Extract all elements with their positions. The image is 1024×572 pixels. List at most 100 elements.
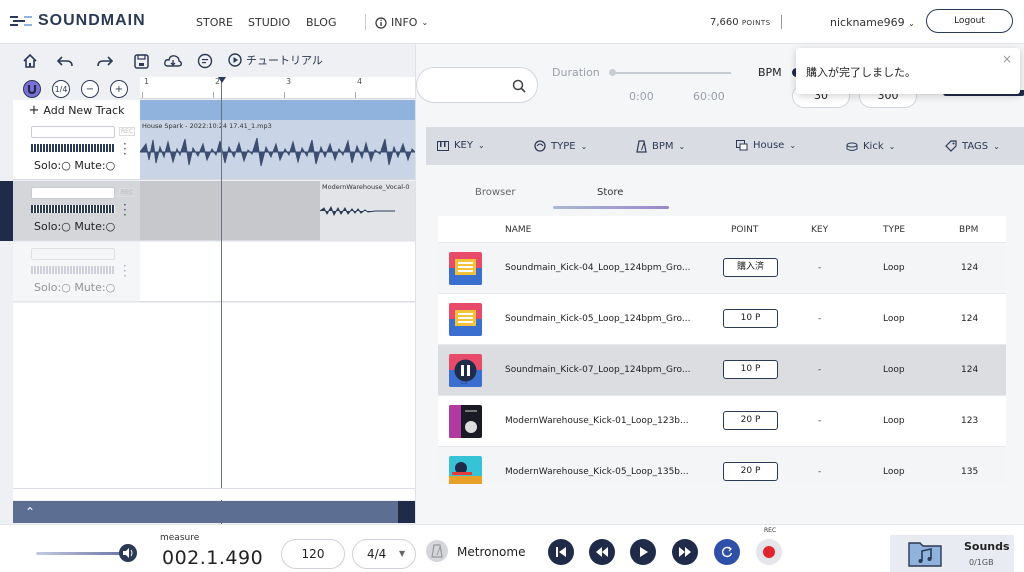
tab-store[interactable]: Store bbox=[597, 187, 623, 198]
table-row[interactable]: Soundmain_Kick-04_Loop_124bpm_Gro... 購入済… bbox=[438, 242, 1006, 293]
track-name-input[interactable] bbox=[31, 187, 115, 199]
sound-thumbnail[interactable] bbox=[449, 405, 482, 438]
track-lane[interactable]: House Spark - 2022:10:24 17.41_1.mp3 bbox=[140, 120, 415, 180]
table-row[interactable]: ModernWarehouse_Kick-05_Loop_135b... 20 … bbox=[438, 446, 1006, 484]
metronome-icon bbox=[636, 140, 647, 153]
filter-bpm[interactable]: BPM ⌄ bbox=[636, 140, 685, 153]
table-row[interactable]: Soundmain_Kick-05_Loop_124bpm_Gro... 10 … bbox=[438, 293, 1006, 344]
audio-waveform bbox=[140, 137, 415, 167]
track-menu-icon[interactable]: · · · bbox=[123, 138, 127, 160]
redo-icon[interactable] bbox=[96, 52, 114, 70]
sound-thumbnail[interactable] bbox=[449, 456, 482, 484]
nav-store[interactable]: STORE bbox=[196, 16, 233, 29]
home-icon[interactable] bbox=[21, 52, 39, 70]
user-menu[interactable]: nickname969 ⌄ bbox=[830, 16, 915, 29]
nav-blog[interactable]: BLOG bbox=[306, 16, 336, 29]
solo-radio[interactable]: ○ bbox=[61, 281, 71, 294]
filter-genre[interactable]: House ⌄ bbox=[736, 140, 796, 151]
track-header[interactable]: REC · · · Solo:○ Mute:○ bbox=[0, 181, 140, 241]
duration-slider[interactable] bbox=[611, 72, 731, 74]
track-volume-meter[interactable] bbox=[31, 266, 115, 274]
horizontal-scrollbar[interactable] bbox=[13, 488, 415, 500]
chat-icon[interactable] bbox=[196, 52, 214, 70]
track-menu-icon[interactable]: · · · bbox=[123, 260, 127, 282]
zoom-out-button[interactable]: − bbox=[81, 80, 99, 98]
sound-name: Soundmain_Kick-07_Loop_124bpm_Gro... bbox=[505, 365, 691, 375]
undo-icon[interactable] bbox=[56, 52, 74, 70]
filter-key[interactable]: KEY ⌄ bbox=[437, 140, 485, 151]
metronome-label[interactable]: Metronome bbox=[457, 545, 525, 559]
tutorial-button[interactable]: チュートリアル bbox=[228, 52, 323, 68]
column-header-type[interactable]: TYPE bbox=[883, 225, 905, 235]
loop-button[interactable] bbox=[714, 539, 740, 565]
record-icon bbox=[763, 546, 775, 558]
track-volume-meter[interactable] bbox=[31, 205, 115, 213]
track-header[interactable]: · · · Solo:○ Mute:○ bbox=[13, 242, 140, 302]
sound-thumbnail[interactable] bbox=[449, 252, 482, 285]
track-lane[interactable]: ModernWarehouse_Vocal-0 bbox=[140, 181, 415, 241]
playhead-handle[interactable] bbox=[218, 77, 226, 83]
track-header[interactable]: REC · · · Solo:○ Mute:○ bbox=[13, 120, 140, 180]
logout-button[interactable]: Logout bbox=[926, 9, 1013, 33]
save-icon[interactable] bbox=[132, 52, 150, 70]
column-header-key[interactable]: KEY bbox=[811, 225, 828, 235]
rewind-button[interactable] bbox=[589, 539, 615, 565]
speaker-icon[interactable] bbox=[119, 544, 137, 562]
column-header-point[interactable]: POINT bbox=[731, 225, 758, 235]
filter-type[interactable]: TYPE ⌄ bbox=[534, 140, 587, 152]
track-rec-button[interactable]: REC bbox=[119, 188, 136, 197]
cloud-download-icon[interactable] bbox=[164, 52, 182, 70]
mute-radio[interactable]: ○ bbox=[106, 159, 116, 172]
record-button[interactable] bbox=[756, 539, 782, 565]
table-row[interactable]: ☝ Soundmain_Kick-07_Loop_124bpm_Gro... 1… bbox=[438, 344, 1006, 395]
tab-browser[interactable]: Browser bbox=[475, 187, 516, 198]
fast-forward-button[interactable] bbox=[672, 539, 698, 565]
scroll-handle[interactable] bbox=[398, 501, 415, 523]
mute-radio[interactable]: ○ bbox=[106, 220, 116, 233]
filter-tags[interactable]: TAGS ⌄ bbox=[945, 140, 1000, 152]
chevron-up-icon[interactable]: ⌃ bbox=[25, 505, 35, 519]
logo[interactable]: SOUNDMAIN bbox=[10, 12, 146, 30]
mixer-toggle-bar[interactable]: ⌃ bbox=[13, 501, 415, 523]
plus-icon: + bbox=[28, 102, 40, 118]
nav-info[interactable]: INFO ⌄ bbox=[375, 16, 428, 29]
filter-instrument[interactable]: Kick ⌄ bbox=[846, 140, 895, 152]
pause-icon[interactable]: ☝ bbox=[460, 373, 468, 388]
solo-radio[interactable]: ○ bbox=[61, 159, 71, 172]
column-header-name[interactable]: NAME bbox=[505, 225, 531, 235]
track-name-input[interactable] bbox=[31, 248, 115, 260]
solo-radio[interactable]: ○ bbox=[61, 220, 71, 233]
snap-magnet-button[interactable] bbox=[23, 80, 41, 98]
close-icon[interactable]: × bbox=[1002, 52, 1012, 66]
purchase-button[interactable]: 20 P bbox=[723, 462, 778, 481]
purchase-button[interactable]: 20 P bbox=[723, 411, 778, 430]
metronome-icon[interactable] bbox=[426, 540, 448, 562]
purchase-button[interactable]: 購入済 bbox=[723, 258, 778, 277]
add-track-button[interactable]: + Add New Track bbox=[13, 100, 140, 120]
snap-division-button[interactable]: 1/4 bbox=[52, 80, 70, 98]
genre-icon bbox=[736, 140, 748, 151]
sound-thumbnail[interactable] bbox=[449, 303, 482, 336]
table-row[interactable]: ModernWarehouse_Kick-01_Loop_123b... 20 … bbox=[438, 395, 1006, 446]
track-lane[interactable] bbox=[140, 242, 415, 302]
track-name-input[interactable] bbox=[31, 126, 115, 138]
master-volume-slider[interactable] bbox=[36, 552, 122, 555]
track-menu-icon[interactable]: · · · bbox=[123, 199, 127, 221]
tempo-input[interactable]: 120 bbox=[281, 539, 345, 569]
purchase-button[interactable]: 10 P bbox=[723, 360, 778, 379]
playhead[interactable] bbox=[221, 77, 222, 532]
zoom-in-button[interactable]: + bbox=[110, 80, 128, 98]
track-volume-meter[interactable] bbox=[31, 144, 115, 152]
sounds-library-button[interactable]: Sounds 0/1GB bbox=[890, 535, 1014, 572]
play-button[interactable] bbox=[630, 539, 656, 565]
purchase-button[interactable]: 10 P bbox=[723, 309, 778, 328]
duration-slider-min[interactable] bbox=[609, 69, 616, 76]
column-header-bpm[interactable]: BPM bbox=[959, 225, 978, 235]
skip-to-start-button[interactable] bbox=[548, 539, 574, 565]
track-rec-button[interactable]: REC bbox=[119, 127, 136, 136]
time-signature-select[interactable]: 4/4 ▼ bbox=[352, 539, 416, 569]
nav-studio[interactable]: STUDIO bbox=[248, 16, 290, 29]
search-input[interactable] bbox=[416, 67, 538, 103]
timeline-ruler[interactable]: 1 2 3 4 bbox=[140, 77, 415, 99]
mute-radio[interactable]: ○ bbox=[106, 281, 116, 294]
